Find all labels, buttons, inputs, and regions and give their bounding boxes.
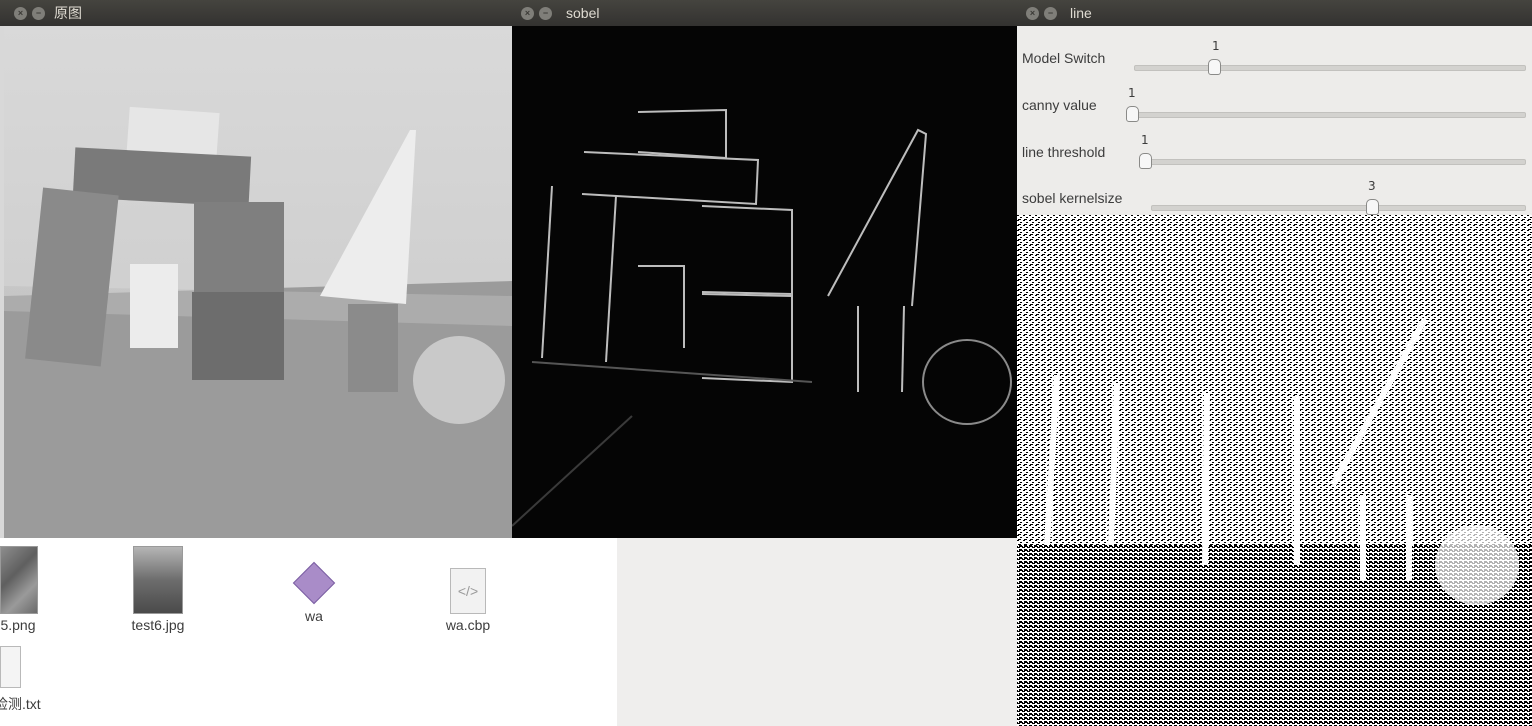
- image-thumbnail-icon: [133, 546, 183, 614]
- file-name: wa.cbp: [445, 617, 491, 633]
- minimize-icon[interactable]: −: [32, 6, 45, 20]
- trackbar-track[interactable]: [1134, 65, 1526, 71]
- file-name: test6.jpg: [131, 617, 185, 633]
- trackbar-handle[interactable]: [1126, 106, 1139, 122]
- sobel-window: × − sobel: [512, 0, 1017, 26]
- original-window: × − 原图: [0, 0, 512, 26]
- noise-scene: [1017, 215, 1532, 726]
- text-file-icon: [0, 646, 21, 688]
- trackbar-value: 1: [1141, 133, 1149, 147]
- trackbar-label: sobel kernelsize: [1022, 190, 1123, 206]
- trackbar-value: 1: [1212, 39, 1220, 53]
- trackbar-value: 1: [1128, 86, 1136, 100]
- file-name: 线检测.txt: [0, 696, 41, 712]
- file-manager-view: 5.png test6.jpg wa </> wa.cbp 线检测.txt: [0, 538, 617, 726]
- trackbar-handle[interactable]: [1208, 59, 1221, 75]
- line-window: × − line: [1017, 0, 1532, 26]
- file-name: wa: [305, 608, 323, 624]
- trackbar-track[interactable]: [1151, 205, 1526, 211]
- original-image: [4, 26, 512, 538]
- trackbar-value: 3: [1368, 179, 1376, 193]
- trackbar-sobel-kernelsize: sobel kernelsize 3: [1022, 174, 1527, 215]
- trackbar-model-switch: Model Switch 1: [1022, 34, 1527, 75]
- close-icon[interactable]: ×: [14, 6, 27, 20]
- empty-panel: [617, 538, 1017, 726]
- code-file-icon: </>: [450, 568, 486, 614]
- trackbar-handle[interactable]: [1366, 199, 1379, 215]
- image-thumbnail-icon: [0, 546, 38, 614]
- minimize-icon[interactable]: −: [1044, 6, 1057, 20]
- file-item[interactable]: 线检测.txt: [0, 646, 70, 714]
- sobel-image: [512, 26, 1017, 538]
- file-item[interactable]: test6.jpg: [118, 546, 198, 633]
- window-title: 原图: [54, 5, 82, 21]
- close-icon[interactable]: ×: [1026, 6, 1039, 20]
- trackbar-handle[interactable]: [1139, 153, 1152, 169]
- line-detection-image: [1017, 215, 1532, 726]
- trackbar-label: canny value: [1022, 97, 1097, 113]
- window-title: sobel: [566, 5, 600, 21]
- trackbar-track[interactable]: [1126, 112, 1526, 118]
- file-item[interactable]: </> wa.cbp: [428, 568, 508, 633]
- trackbar-line-threshold: line threshold 1: [1022, 128, 1527, 169]
- window-title: line: [1070, 5, 1092, 21]
- trackbar-label: line threshold: [1022, 144, 1106, 160]
- close-icon[interactable]: ×: [521, 6, 534, 20]
- minimize-icon[interactable]: −: [539, 6, 552, 20]
- trackbar-panel: Model Switch 1 canny value 1 line thresh…: [1017, 26, 1532, 215]
- trackbar-label: Model Switch: [1022, 50, 1106, 66]
- executable-icon: [292, 561, 336, 605]
- file-name: 5.png: [0, 617, 36, 633]
- trackbar-track[interactable]: [1139, 159, 1526, 165]
- original-titlebar[interactable]: × − 原图: [0, 0, 512, 26]
- trackbar-canny-value: canny value 1: [1022, 81, 1527, 122]
- edge-scene: [512, 108, 1012, 527]
- file-item[interactable]: 5.png: [0, 546, 48, 633]
- sobel-titlebar[interactable]: × − sobel: [512, 0, 1017, 26]
- line-titlebar[interactable]: × − line: [1017, 0, 1532, 26]
- file-item[interactable]: wa: [274, 561, 354, 624]
- blocks-scene: [4, 106, 512, 538]
